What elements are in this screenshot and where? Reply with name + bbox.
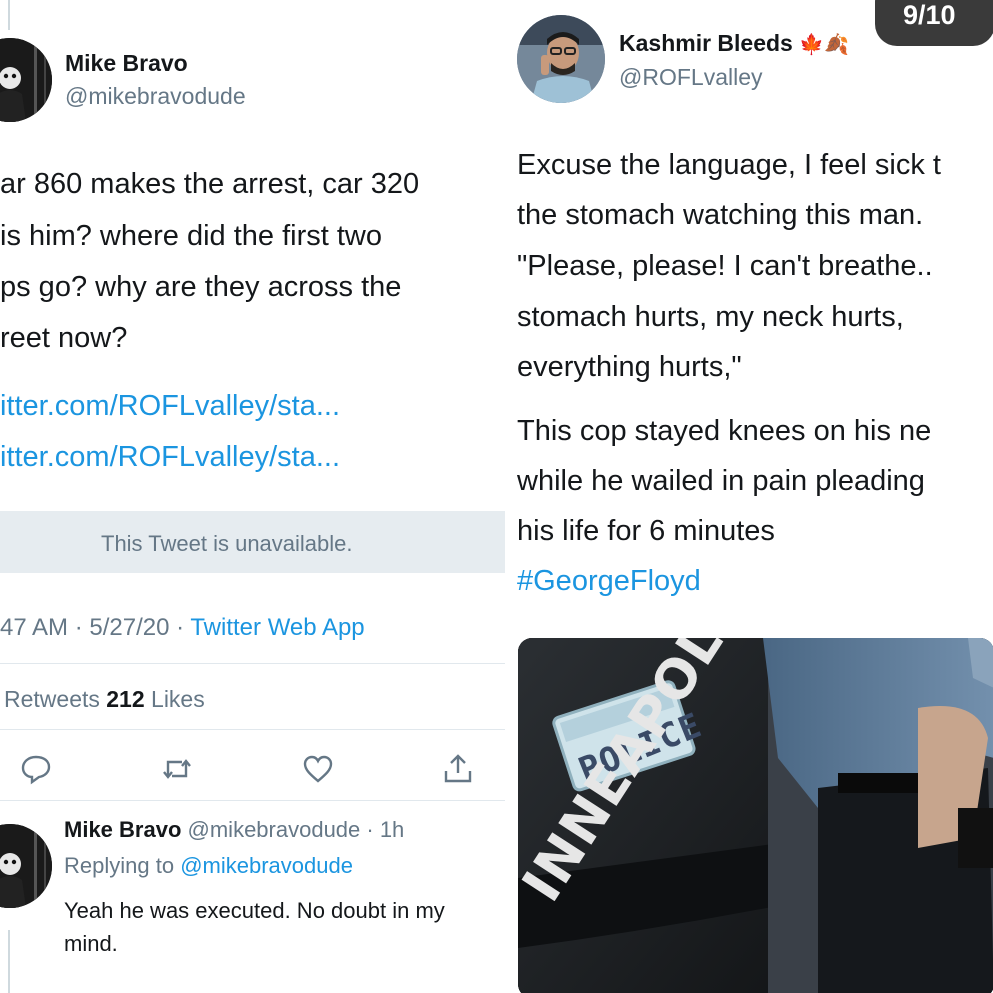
tweet-body-line: everything hurts," — [517, 351, 742, 383]
unavailable-tweet-text: This Tweet is unavailable. — [101, 531, 353, 556]
reply-author-name[interactable]: Mike Bravo — [64, 817, 181, 842]
thread-line-bottom — [8, 930, 10, 993]
page-counter-badge: 9/10 — [875, 0, 993, 46]
tweet-link[interactable]: itter.com/ROFLvalley/sta... — [0, 441, 340, 474]
author-name[interactable]: Mike Bravo — [65, 50, 188, 77]
page-counter-text: 9/10 — [903, 0, 956, 30]
avatar[interactable] — [0, 38, 52, 122]
tweet-body-line: reet now? — [0, 322, 128, 354]
retweet-icon[interactable] — [160, 752, 194, 786]
reply-icon[interactable] — [19, 752, 53, 786]
retweets-label[interactable]: Retweets — [4, 686, 100, 712]
tweet-body-line: "Please, please! I can't breathe.. — [517, 250, 933, 282]
replying-prefix: Replying to — [64, 853, 181, 878]
avatar-image — [0, 824, 52, 908]
reply-handle-time[interactable]: @mikebravodude · 1h — [188, 817, 405, 842]
tweet-body-line: This cop stayed knees on his ne — [517, 415, 932, 447]
right-tweet-panel: Kashmir Bleeds 🍁🍂 @ROFLvalley Excuse the… — [505, 0, 993, 993]
tweet-link[interactable]: itter.com/ROFLvalley/sta... — [0, 390, 340, 423]
divider — [0, 800, 505, 801]
tweet-timestamp[interactable]: 47 AM · 5/27/20 · — [0, 614, 190, 641]
author-handle[interactable]: @ROFLvalley — [619, 64, 763, 91]
tweet-body-line: ar 860 makes the arrest, car 320 — [0, 168, 420, 200]
video-thumbnail[interactable]: POLICE INNEAPOLIS — [518, 638, 993, 993]
replying-handle[interactable]: @mikebravodude — [180, 853, 353, 878]
hashtag-link[interactable]: #GeorgeFloyd — [517, 565, 701, 598]
tweet-body-line: stomach hurts, my neck hurts, — [517, 301, 904, 333]
reply-body-line: mind. — [64, 931, 118, 956]
reply-body: Yeah he was executed. No doubt in my min… — [64, 894, 505, 960]
tweet-stats: Retweets 212 Likes — [4, 686, 205, 713]
screenshot-collage: Mike Bravo @mikebravodude ar 860 makes t… — [0, 0, 993, 993]
thread-line-top — [8, 0, 10, 30]
author-handle[interactable]: @mikebravodude — [65, 83, 246, 110]
tweet-meta: 47 AM · 5/27/20 · Twitter Web App — [0, 614, 365, 642]
unavailable-tweet-card: This Tweet is unavailable. — [0, 511, 505, 573]
leaf-emoji-icon: 🍁🍂 — [799, 34, 850, 56]
tweet-body-line: ps go? why are they across the — [0, 271, 402, 303]
avatar-image — [517, 15, 605, 103]
replying-to: Replying to @mikebravodude — [64, 853, 353, 879]
right-avatar[interactable] — [517, 15, 605, 103]
tweet-body-line: while he wailed in pain pleading — [517, 465, 925, 497]
tweet-body-line: Excuse the language, I feel sick t — [517, 149, 941, 181]
likes-label[interactable]: Likes — [151, 686, 205, 712]
likes-count[interactable]: 212 — [106, 686, 144, 712]
share-icon[interactable] — [441, 752, 475, 786]
tweet-body-line: his life for 6 minutes — [517, 515, 775, 547]
like-icon[interactable] — [301, 752, 335, 786]
tweet-source-app[interactable]: Twitter Web App — [190, 614, 364, 641]
reply-header: Mike Bravo @mikebravodude · 1h — [64, 817, 404, 843]
author-name-text: Kashmir Bleeds — [619, 30, 793, 56]
reply-avatar[interactable] — [0, 824, 52, 908]
avatar-image — [0, 38, 52, 122]
left-tweet-panel: Mike Bravo @mikebravodude ar 860 makes t… — [0, 0, 505, 993]
reply-body-line: Yeah he was executed. No doubt in my — [64, 898, 445, 923]
tweet-body-line: the stomach watching this man. — [517, 199, 924, 231]
divider — [0, 729, 505, 730]
tweet-body-line: is him? where did the first two — [0, 220, 382, 252]
author-name[interactable]: Kashmir Bleeds 🍁🍂 — [619, 30, 849, 57]
divider — [0, 663, 505, 664]
